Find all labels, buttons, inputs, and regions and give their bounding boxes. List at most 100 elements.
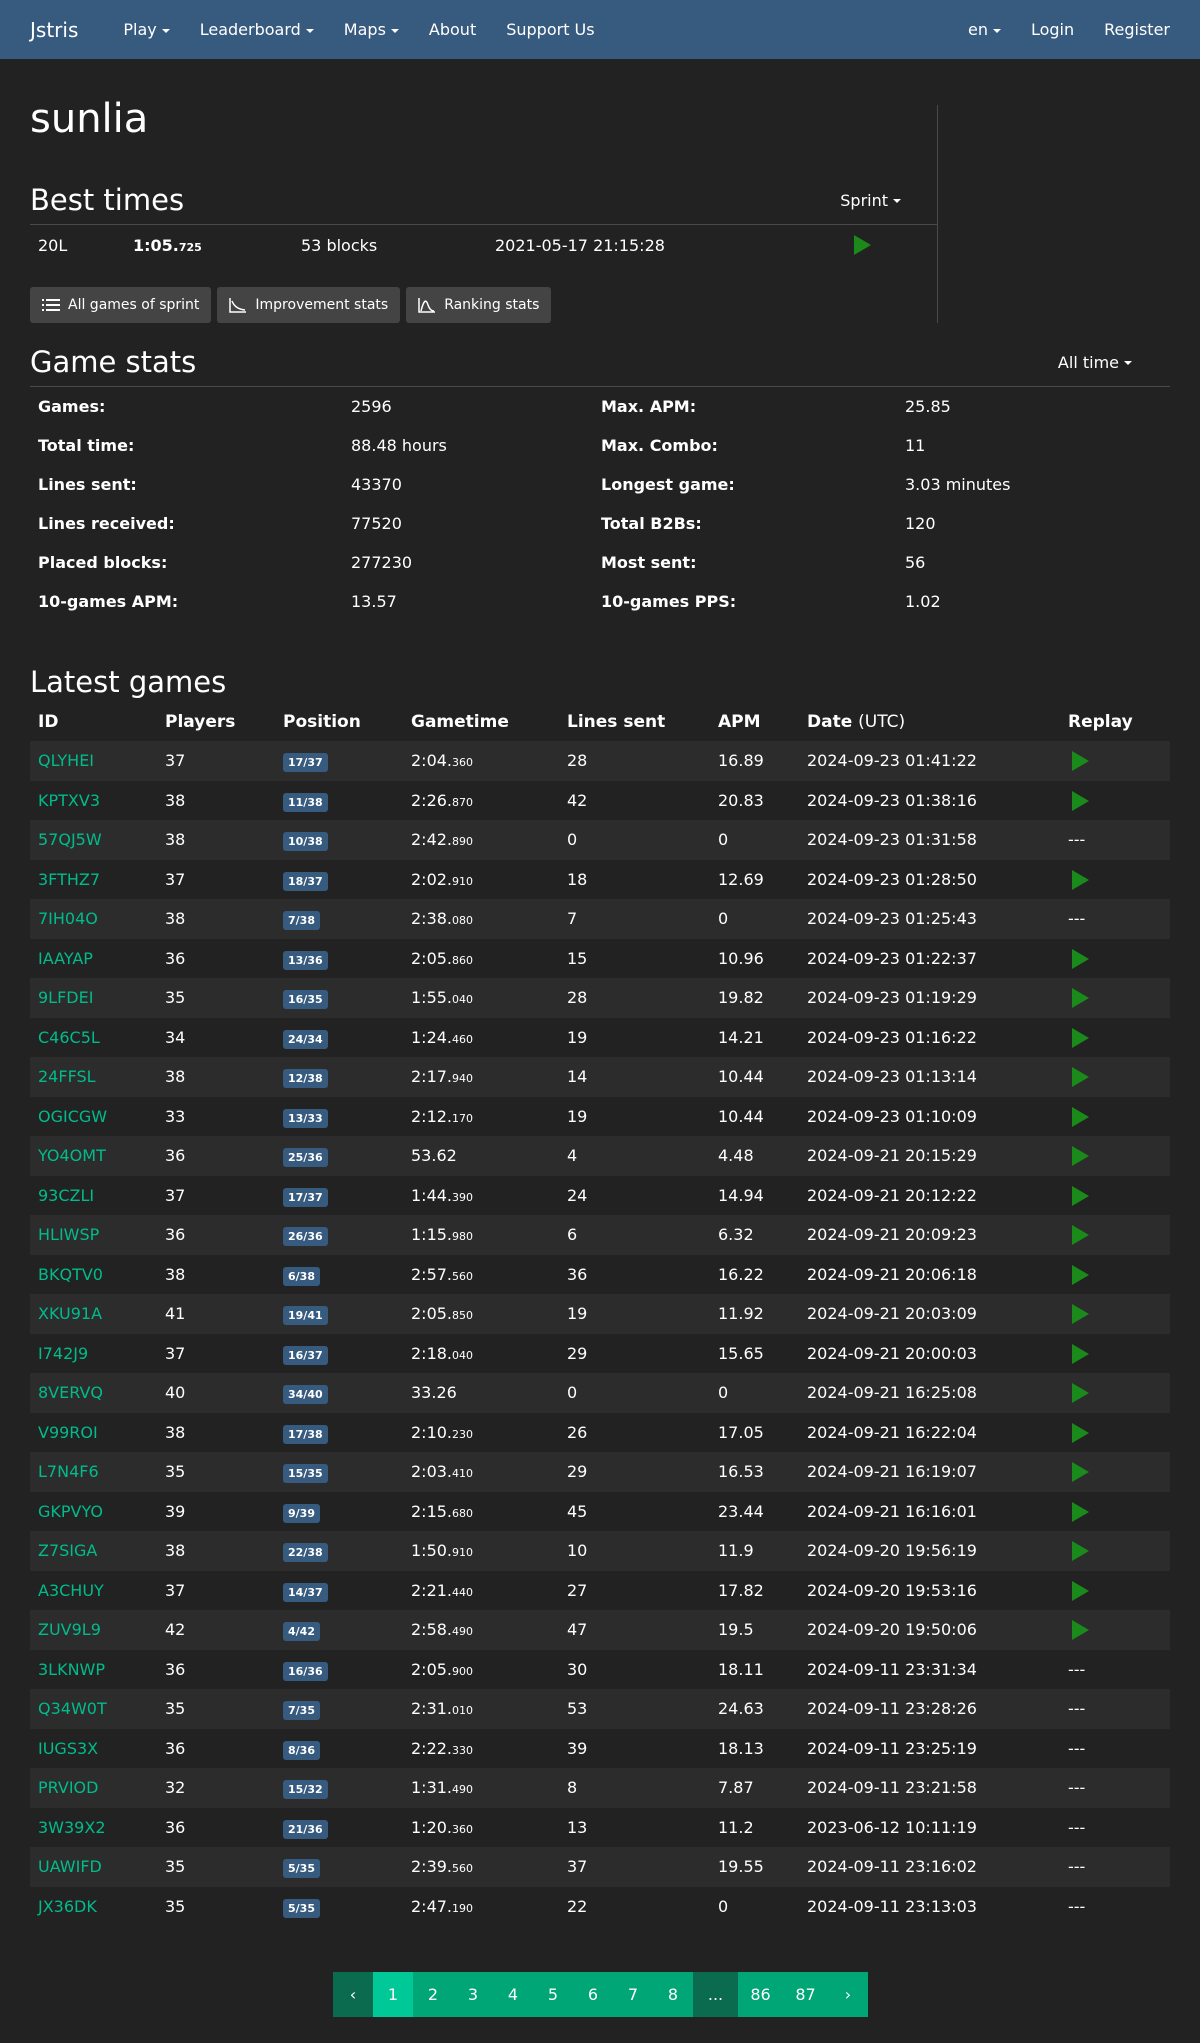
lines-cell: 30 [567,1659,588,1679]
game-id-link[interactable]: OGICGW [38,1107,107,1126]
pagination-prev[interactable]: ‹ [333,1972,373,2017]
page-1[interactable]: 1 [373,1972,413,2017]
game-id-link[interactable]: BKQTV0 [38,1265,103,1284]
nav-language[interactable]: en [953,20,1016,39]
improvement-stats-button[interactable]: Improvement stats [217,287,401,323]
play-replay-icon[interactable] [1072,1106,1089,1127]
game-id-link[interactable]: 3LKNWP [38,1660,105,1679]
game-id-link[interactable]: IUGS3X [38,1739,98,1758]
game-id-link[interactable]: L7N4F6 [38,1462,99,1481]
game-id-link[interactable]: 8VERVQ [38,1383,103,1402]
replay-cell: --- [1068,1817,1086,1837]
play-replay-icon[interactable] [1072,1422,1089,1443]
nav-leaderboard[interactable]: Leaderboard [185,20,329,39]
play-replay-icon[interactable] [1072,1264,1089,1285]
table-row: QLYHEI 37 17/37 2:04.360 28 16.89 2024-09-23 0… [30,741,1170,781]
game-id-link[interactable]: UAWIFD [38,1857,102,1876]
play-replay-icon[interactable] [1072,869,1089,890]
game-id-link[interactable]: I742J9 [38,1344,88,1363]
apm-cell: 10.44 [710,1057,799,1097]
brand-logo[interactable]: Jstris [30,18,78,42]
game-id-link[interactable]: V99ROI [38,1423,98,1442]
date-cell: 2024-09-21 16:19:07 [799,1452,1060,1492]
page-87[interactable]: 87 [783,1972,828,2017]
play-replay-icon[interactable] [1072,751,1089,771]
table-row: L7N4F6 35 15/35 2:03.410 29 16.53 2024-09-21 1… [30,1452,1170,1492]
lines-cell: 7 [559,899,710,939]
period-dropdown[interactable]: All time [1058,353,1132,372]
play-replay-icon[interactable] [1072,1620,1089,1640]
game-id-link[interactable]: KPTXV3 [38,791,100,810]
page-3[interactable]: 3 [453,1972,493,2017]
page-2[interactable]: 2 [413,1972,453,2017]
list-icon [42,299,60,311]
gametime-main: 2:04. [411,751,453,771]
game-id-link[interactable]: 93CZLI [38,1186,94,1205]
pagination-next[interactable]: › [828,1972,868,2017]
play-replay-icon[interactable] [1072,1146,1089,1166]
play-replay-icon[interactable] [854,235,871,255]
game-id-link[interactable]: 7IH04O [38,909,98,928]
game-id-link[interactable]: 3W39X2 [38,1818,106,1837]
position-badge: 26/36 [283,1227,328,1247]
nav-play[interactable]: Play [108,20,184,39]
play-replay-icon[interactable] [1072,1343,1089,1364]
replay-cell: --- [1068,1659,1086,1679]
game-id-link[interactable]: 24FFSL [38,1067,96,1086]
page-86[interactable]: 86 [738,1972,783,2017]
nav-about[interactable]: About [414,20,491,39]
nav-login[interactable]: Login [1016,20,1089,39]
play-replay-icon[interactable] [1072,1185,1089,1206]
position-badge: 12/38 [283,1069,328,1089]
page-7[interactable]: 7 [613,1972,653,2017]
play-replay-icon[interactable] [1072,1027,1089,1048]
lines-cell: 22 [567,1896,588,1916]
play-replay-icon[interactable] [1072,1383,1089,1403]
position-badge: 16/36 [283,1661,328,1681]
game-id-link[interactable]: YO4OMT [38,1146,106,1165]
play-replay-icon[interactable] [1072,988,1089,1008]
nav-support[interactable]: Support Us [491,20,609,39]
page-5[interactable]: 5 [533,1972,573,2017]
all-games-button[interactable]: All games of sprint [30,287,212,323]
gametime-ms: 390 [452,1190,474,1204]
play-replay-icon[interactable] [1072,948,1089,969]
play-replay-icon[interactable] [1072,1462,1089,1482]
position-badge: 15/32 [283,1780,328,1800]
replay-cell [1060,781,1170,821]
game-id-link[interactable]: Q34W0T [38,1699,107,1718]
nav-maps[interactable]: Maps [329,20,414,39]
game-id-link[interactable]: PRVIOD [38,1778,98,1797]
page-4[interactable]: 4 [493,1972,533,2017]
game-id-link[interactable]: Z7SIGA [38,1541,97,1560]
game-id-link[interactable]: ZUV9L9 [38,1620,101,1639]
play-replay-icon[interactable] [1072,1067,1089,1087]
game-id-link[interactable]: 3FTHZ7 [38,870,100,889]
game-id-link[interactable]: HLIWSP [38,1225,99,1244]
game-id-link[interactable]: 9LFDEI [38,988,93,1007]
game-id-link[interactable]: 57QJ5W [38,830,102,849]
lines-cell: 6 [559,1215,710,1255]
game-id-link[interactable]: JX36DK [38,1897,97,1916]
ranking-stats-button[interactable]: Ranking stats [406,287,552,323]
play-replay-icon[interactable] [1072,1225,1089,1245]
game-id-link[interactable]: XKU91A [38,1304,102,1323]
players-cell: 37 [165,1185,186,1205]
play-replay-icon[interactable] [1072,790,1089,811]
nav-register[interactable]: Register [1089,20,1185,39]
play-replay-icon[interactable] [1072,1501,1089,1522]
game-id-link[interactable]: IAAYAP [38,949,93,968]
gametime-main: 1:24. [411,1027,453,1047]
apm-cell: 24.63 [710,1689,799,1729]
mode-dropdown[interactable]: Sprint [840,191,901,210]
play-replay-icon[interactable] [1072,1541,1089,1561]
game-id-link[interactable]: A3CHUY [38,1581,104,1600]
play-replay-icon[interactable] [1072,1580,1089,1601]
game-id-link[interactable]: C46C5L [38,1028,100,1047]
stat-label: Max. Combo: [601,436,718,455]
game-id-link[interactable]: QLYHEI [38,751,94,770]
page-8[interactable]: 8 [653,1972,693,2017]
game-id-link[interactable]: GKPVYO [38,1502,103,1521]
play-replay-icon[interactable] [1072,1304,1089,1324]
page-6[interactable]: 6 [573,1972,613,2017]
